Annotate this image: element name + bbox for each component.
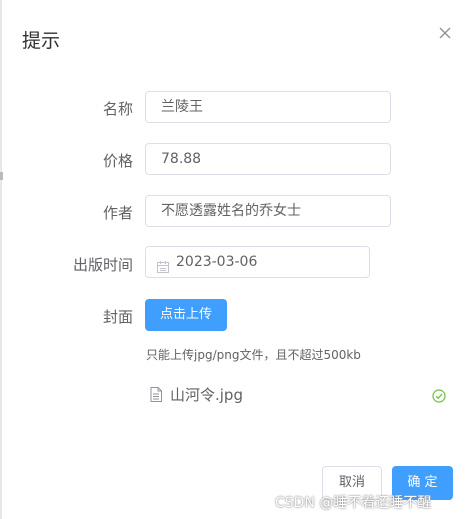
uploaded-file-name: 山河令.jpg (170, 386, 243, 404)
uploaded-file-item[interactable]: 山河令.jpg (148, 383, 450, 407)
name-value: 兰陵王 (161, 99, 203, 115)
document-icon (150, 387, 162, 402)
upload-tip: 只能上传jpg/png文件，且不超过500kb (146, 348, 361, 362)
close-icon[interactable] (436, 24, 454, 42)
price-label: 价格 (102, 152, 133, 170)
date-label: 出版时间 (72, 256, 133, 274)
watermark: CSDN @睡不着还睡不醒 (275, 495, 432, 511)
date-value: 2023-03-06 (176, 254, 258, 270)
price-input[interactable]: 78.88 (145, 143, 391, 175)
name-label: 名称 (102, 100, 133, 118)
success-check-icon (432, 388, 446, 403)
calendar-icon (156, 255, 170, 273)
dialog: 提示 名称 兰陵王 价格 78.88 作者 不愿透露姓名的乔女士 出版时间 20… (0, 0, 474, 519)
date-picker[interactable]: 2023-03-06 (145, 246, 370, 278)
name-input[interactable]: 兰陵王 (145, 91, 391, 123)
author-label: 作者 (102, 204, 133, 222)
background-mark (0, 172, 3, 180)
author-value: 不愿透露姓名的乔女士 (161, 203, 301, 219)
background-edge (0, 0, 2, 519)
dialog-title: 提示 (22, 30, 61, 52)
cover-label: 封面 (102, 308, 133, 326)
author-input[interactable]: 不愿透露姓名的乔女士 (145, 195, 391, 227)
price-value: 78.88 (161, 151, 202, 167)
upload-button[interactable]: 点击上传 (145, 299, 227, 331)
